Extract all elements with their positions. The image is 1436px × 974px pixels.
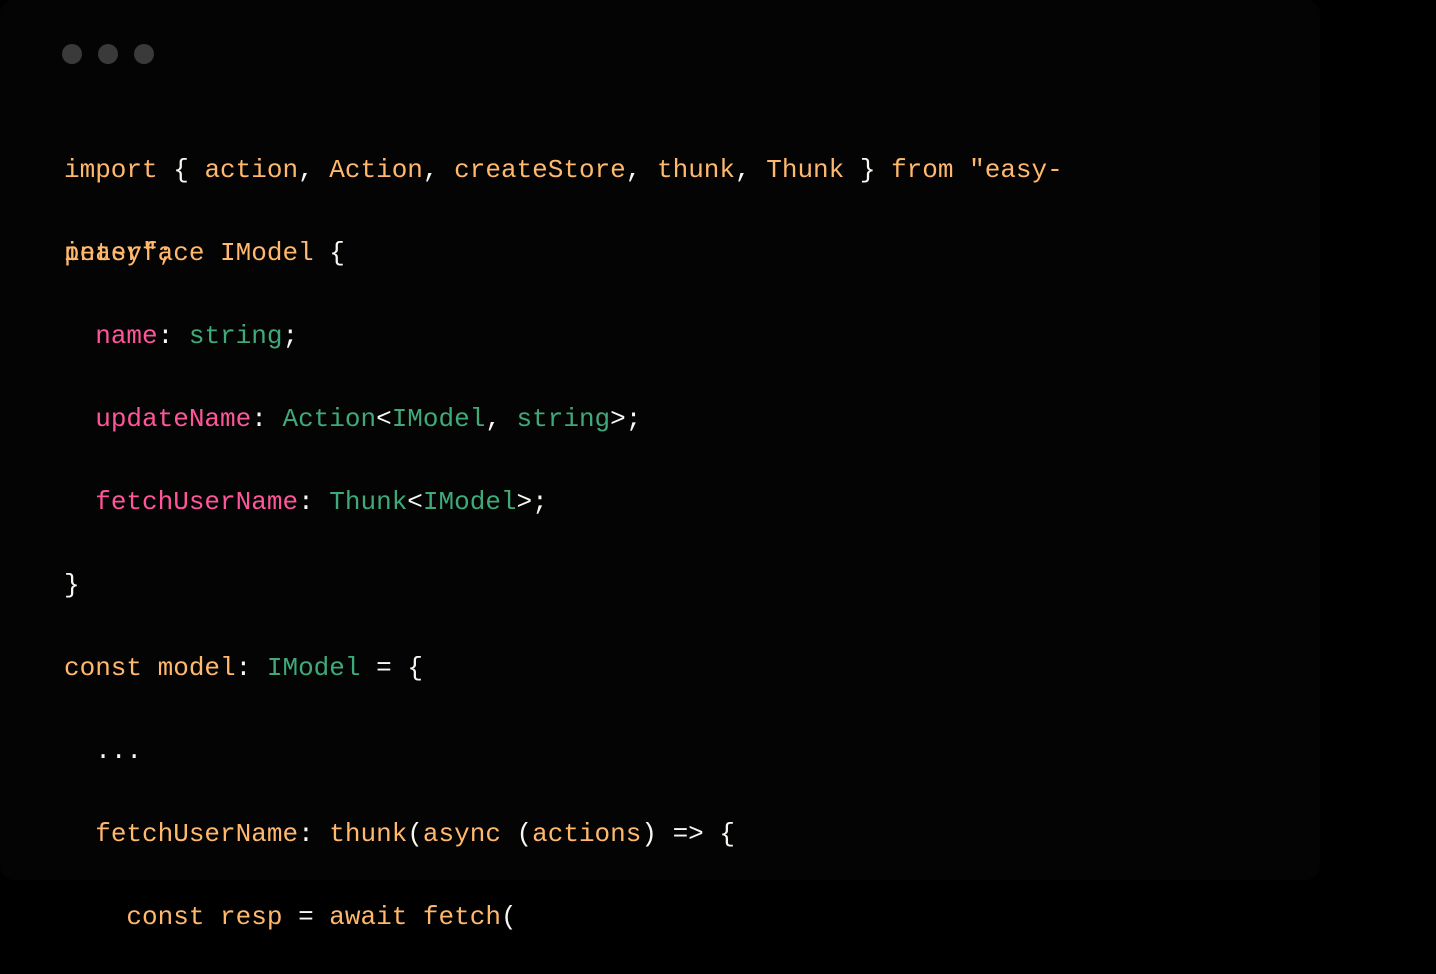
code-line: peasy";interface IModel { [64, 233, 1284, 275]
token-punct: ... [95, 736, 142, 766]
token-type: IModel [267, 653, 361, 683]
code-line: ... [64, 731, 1284, 773]
token-punct: : [236, 653, 252, 683]
token-keyword: const [126, 902, 204, 932]
token-punct: , [423, 155, 439, 185]
token-type: IModel [423, 487, 517, 517]
token-ident: Action [329, 155, 423, 185]
token-punct: < [376, 404, 392, 434]
token-string: peasy"; [64, 238, 173, 268]
code-block: import { action, Action, createStore, th… [64, 108, 1284, 974]
token-ident: fetchUserName [95, 819, 298, 849]
token-type: Thunk [329, 487, 407, 517]
token-type: string [189, 321, 283, 351]
window-traffic-lights [62, 44, 1284, 64]
code-line: fetchUserName: Thunk<IModel>; [64, 482, 1284, 524]
token-punct: < [407, 487, 423, 517]
token-keyword: async [423, 819, 501, 849]
code-line: name: string; [64, 316, 1284, 358]
token-punct: = [376, 653, 392, 683]
token-punct: , [485, 404, 501, 434]
token-keyword: from [891, 155, 953, 185]
token-type: string [517, 404, 611, 434]
token-ident: resp [220, 902, 282, 932]
token-punct: : [298, 819, 314, 849]
token-punct: >; [517, 487, 548, 517]
token-ident: thunk [657, 155, 735, 185]
token-ident: action [204, 155, 298, 185]
token-type: Action [282, 404, 376, 434]
code-line: } [64, 565, 1284, 607]
token-punct: ; [282, 321, 298, 351]
token-prop: name [95, 321, 157, 351]
code-line: const model: IModel = { [64, 648, 1284, 690]
token-fn: fetch [423, 902, 501, 932]
token-punct: ( [501, 902, 517, 932]
token-punct: ( [517, 819, 533, 849]
traffic-light-dot [134, 44, 154, 64]
code-line: fetchUserName: thunk(async (actions) => … [64, 814, 1284, 856]
token-punct: { [173, 155, 189, 185]
code-line: const resp = await fetch( [64, 897, 1284, 939]
token-punct: , [626, 155, 642, 185]
token-prop: fetchUserName [95, 487, 298, 517]
token-punct: : [251, 404, 267, 434]
token-fn: thunk [329, 819, 407, 849]
token-keyword: const [64, 653, 142, 683]
token-punct: ( [407, 819, 423, 849]
token-keyword: await [329, 902, 407, 932]
token-punct: { [329, 238, 345, 268]
token-punct: ) [641, 819, 657, 849]
token-punct: >; [610, 404, 641, 434]
token-type: IModel [392, 404, 486, 434]
token-punct: = [298, 902, 314, 932]
token-punct: { [407, 653, 423, 683]
code-window: import { action, Action, createStore, th… [0, 0, 1320, 880]
token-prop: updateName [95, 404, 251, 434]
token-keyword: import [64, 155, 158, 185]
token-punct: : [298, 487, 314, 517]
token-punct: } [860, 155, 876, 185]
token-punct: , [298, 155, 314, 185]
code-line: updateName: Action<IModel, string>; [64, 399, 1284, 441]
token-punct: } [64, 570, 80, 600]
token-punct: , [735, 155, 751, 185]
token-ident: createStore [454, 155, 626, 185]
traffic-light-dot [62, 44, 82, 64]
token-ident: Thunk [766, 155, 844, 185]
token-punct: => [673, 819, 704, 849]
token-string: "easy- [969, 155, 1063, 185]
traffic-light-dot [98, 44, 118, 64]
token-ident: model [158, 653, 236, 683]
token-punct: : [158, 321, 174, 351]
code-line: import { action, Action, createStore, th… [64, 150, 1284, 192]
token-ident: IModel [220, 238, 314, 268]
token-ident: actions [532, 819, 641, 849]
token-punct: { [719, 819, 735, 849]
